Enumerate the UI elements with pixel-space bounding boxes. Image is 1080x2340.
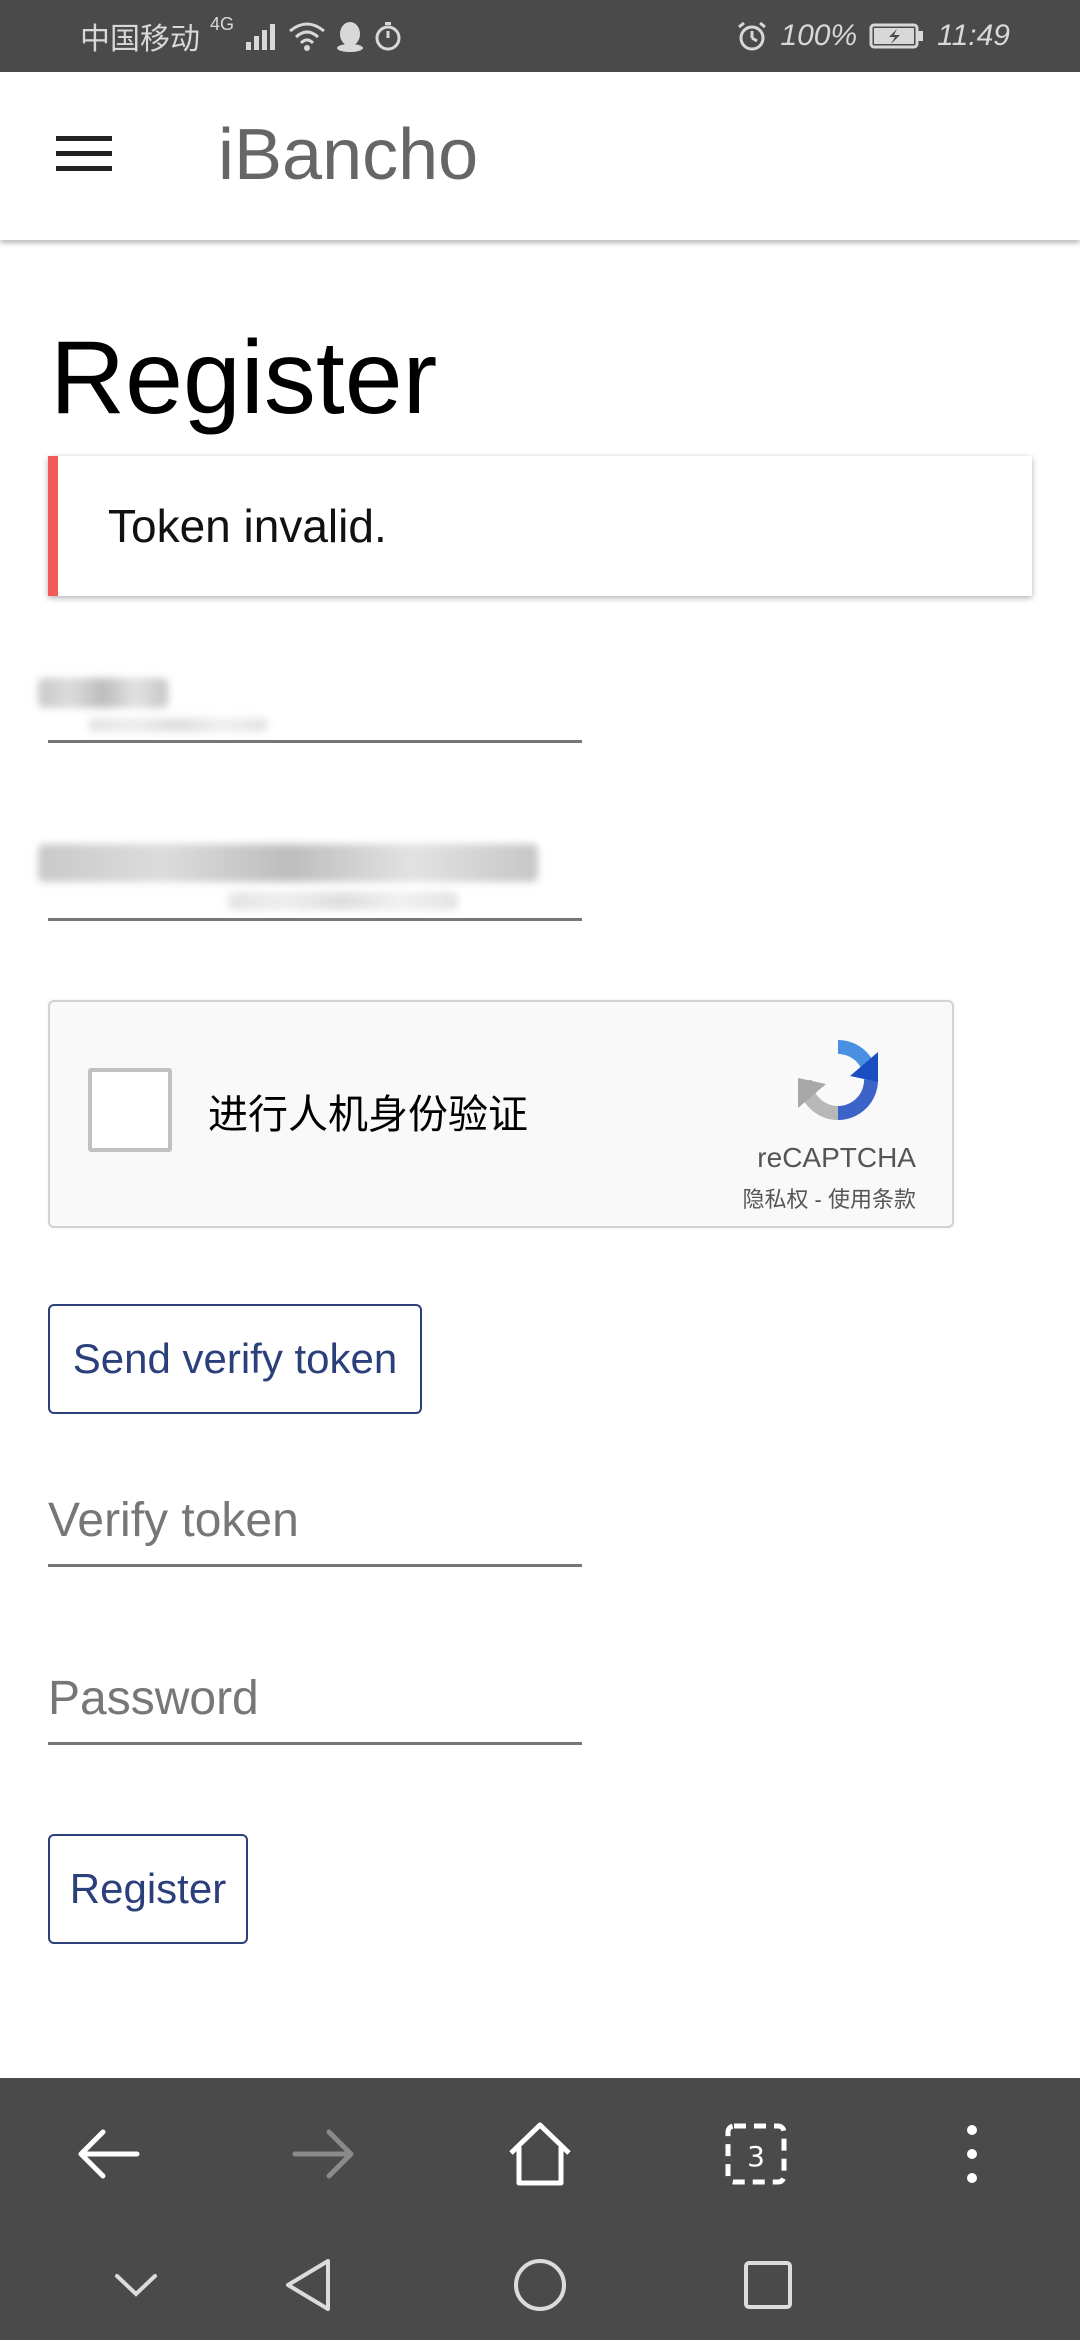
username-field[interactable] — [38, 652, 582, 743]
browser-toolbar: 3 — [0, 2078, 1080, 2230]
clock: 11:49 — [937, 19, 1010, 52]
password-input[interactable] — [48, 1658, 582, 1738]
recaptcha-logo-icon — [798, 1040, 878, 1120]
signal-icon — [244, 22, 278, 50]
battery-charging-icon — [869, 23, 925, 49]
nav-recents-button[interactable] — [718, 2240, 818, 2330]
recaptcha-label: 进行人机身份验证 — [208, 1093, 528, 1137]
recaptcha-links[interactable]: 隐私权 - 使用条款 — [742, 1182, 916, 1214]
qq-icon — [336, 20, 364, 52]
home-icon — [509, 2122, 571, 2186]
menu-button[interactable] — [52, 122, 116, 186]
blurred-email-shadow — [228, 892, 458, 910]
home-button[interactable] — [480, 2094, 600, 2214]
page-title: Register — [50, 320, 438, 436]
nav-back-button[interactable] — [258, 2240, 358, 2330]
blurred-username — [38, 678, 168, 708]
verify-token-field — [48, 1480, 582, 1567]
triangle-back-icon — [286, 2259, 330, 2311]
battery-percent: 100% — [780, 19, 858, 52]
wifi-icon — [288, 21, 326, 51]
alert-message: Token invalid. — [108, 500, 387, 552]
carrier-name: 中国移动 — [80, 23, 200, 56]
square-recents-icon — [744, 2261, 792, 2309]
tabs-button[interactable]: 3 — [696, 2094, 816, 2214]
forward-button[interactable] — [264, 2094, 384, 2214]
more-menu-button[interactable] — [912, 2094, 1032, 2214]
status-right: 100% 11:49 — [736, 0, 1010, 72]
app-bar: iBancho — [0, 72, 1080, 240]
blurred-username-shadow — [88, 718, 268, 732]
circle-home-icon — [514, 2259, 566, 2311]
password-field — [48, 1658, 582, 1745]
arrow-right-icon — [292, 2129, 354, 2179]
more-vertical-icon — [967, 2125, 977, 2183]
arrow-left-icon — [78, 2129, 140, 2179]
error-alert: Token invalid. — [48, 456, 1032, 596]
nav-home-button[interactable] — [490, 2240, 590, 2330]
timer-icon — [374, 21, 402, 51]
recaptcha-brand: reCAPTCHA — [757, 1142, 916, 1173]
app-title: iBancho — [218, 115, 479, 195]
verify-token-input[interactable] — [48, 1480, 582, 1560]
back-button[interactable] — [48, 2094, 168, 2214]
chevron-down-icon — [115, 2274, 157, 2297]
hamburger-icon — [56, 136, 112, 171]
recaptcha-widget: 进行人机身份验证 reCAPTCHA 隐私权 - 使用条款 — [48, 1000, 954, 1228]
blurred-email — [38, 844, 538, 882]
main-content: Register Token invalid. 进行人机身份验证 reCAPTC… — [0, 240, 1080, 2078]
svg-text:3: 3 — [747, 2140, 765, 2173]
network-type: 4G — [210, 14, 235, 34]
status-bar: 中国移动 4G 100% 11:49 — [0, 0, 1080, 72]
register-button[interactable]: Register — [48, 1834, 248, 1944]
send-verify-token-button[interactable]: Send verify token — [48, 1304, 422, 1414]
tabs-icon: 3 — [725, 2123, 787, 2185]
collapse-nav-button[interactable] — [86, 2240, 186, 2330]
alarm-icon — [736, 20, 768, 52]
system-nav-bar — [0, 2230, 1080, 2340]
email-field[interactable] — [38, 820, 582, 921]
status-left: 中国移动 4G — [80, 0, 402, 72]
recaptcha-checkbox[interactable] — [88, 1068, 172, 1152]
